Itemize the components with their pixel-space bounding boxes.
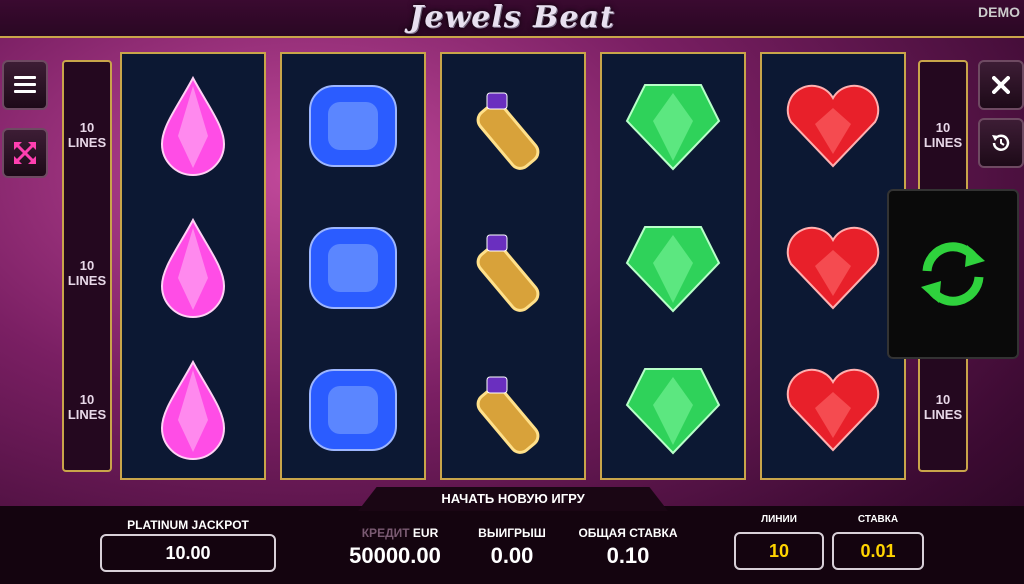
pink-gem-icon bbox=[122, 198, 264, 338]
bet-selector[interactable]: 0.01 bbox=[832, 532, 924, 570]
credit-label: КРЕДИТ EUR bbox=[340, 526, 460, 540]
lines-label-left-middle: 10 LINES bbox=[67, 258, 107, 288]
lines-label: ЛИНИИ bbox=[761, 514, 797, 525]
red-heart-icon bbox=[762, 340, 904, 480]
blue-gem-icon bbox=[282, 340, 424, 480]
total-bet-value: 0.10 bbox=[606, 543, 650, 568]
reel-1 bbox=[120, 52, 266, 480]
spin-icon bbox=[921, 242, 985, 306]
pink-gem-icon bbox=[122, 340, 264, 480]
bet-label: СТАВКА bbox=[857, 514, 899, 525]
credit-currency: EUR bbox=[412, 526, 439, 540]
lines-indicator-left: 10 LINES 10 LINES 10 LINES bbox=[62, 60, 112, 472]
blue-gem-icon bbox=[282, 198, 424, 338]
green-gem-icon bbox=[602, 340, 744, 480]
win-label: ВЫИГРЫШ bbox=[478, 526, 546, 540]
green-gem-icon bbox=[602, 198, 744, 338]
reel-3 bbox=[440, 52, 586, 480]
spin-button[interactable] bbox=[887, 189, 1019, 359]
red-heart-icon bbox=[762, 198, 904, 338]
reel-2 bbox=[280, 52, 426, 480]
red-heart-icon bbox=[762, 56, 904, 196]
jackpot-value: 10.00 bbox=[100, 534, 276, 572]
gold-ring-icon bbox=[442, 56, 584, 196]
close-icon bbox=[992, 76, 1010, 94]
lines-label-right-bottom: 10 LINES bbox=[923, 392, 963, 422]
pink-gem-icon bbox=[122, 56, 264, 196]
lines-selector[interactable]: 10 bbox=[734, 532, 824, 570]
lines-label-right-top: 10 LINES bbox=[923, 120, 963, 150]
win-value: 0.00 bbox=[490, 543, 534, 568]
fullscreen-button[interactable] bbox=[2, 128, 48, 178]
total-bet-label: ОБЩАЯ СТАВКА bbox=[578, 526, 678, 540]
gold-ring-icon bbox=[442, 340, 584, 480]
credit-value: 50000.00 bbox=[349, 543, 441, 568]
reel-5 bbox=[760, 52, 906, 480]
history-icon bbox=[992, 134, 1010, 151]
demo-label: DEMO bbox=[978, 4, 1020, 20]
blue-gem-icon bbox=[282, 56, 424, 196]
fullscreen-icon bbox=[14, 142, 36, 164]
credit-label-text: КРЕДИТ bbox=[361, 526, 410, 540]
gold-ring-icon bbox=[442, 198, 584, 338]
reel-4 bbox=[600, 52, 746, 480]
green-gem-icon bbox=[602, 56, 744, 196]
hamburger-icon bbox=[14, 76, 36, 93]
lines-label-left-bottom: 10 LINES bbox=[67, 392, 107, 422]
game-title: Jewels Beat bbox=[409, 0, 615, 35]
jackpot-label: PLATINUM JACKPOT bbox=[127, 518, 249, 532]
menu-button[interactable] bbox=[2, 60, 48, 110]
new-game-label[interactable]: НАЧАТЬ НОВУЮ ИГРУ bbox=[358, 491, 668, 506]
close-button[interactable] bbox=[978, 60, 1024, 110]
history-button[interactable] bbox=[978, 118, 1024, 168]
lines-label-left-top: 10 LINES bbox=[67, 120, 107, 150]
